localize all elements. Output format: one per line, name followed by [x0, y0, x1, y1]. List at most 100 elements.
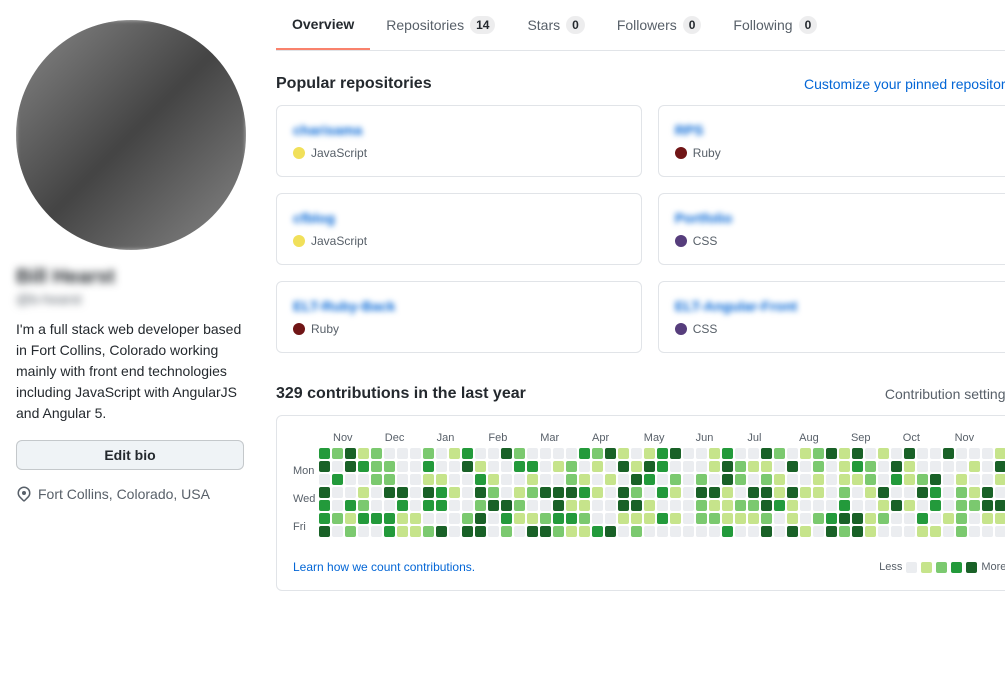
graph-cell[interactable]: [449, 474, 460, 485]
graph-cell[interactable]: [436, 461, 447, 472]
graph-cell[interactable]: [891, 461, 902, 472]
graph-cell[interactable]: [774, 461, 785, 472]
graph-cell[interactable]: [319, 526, 330, 537]
graph-cell[interactable]: [319, 474, 330, 485]
graph-cell[interactable]: [878, 513, 889, 524]
graph-cell[interactable]: [332, 513, 343, 524]
graph-cell[interactable]: [618, 526, 629, 537]
graph-cell[interactable]: [566, 448, 577, 459]
graph-cell[interactable]: [826, 461, 837, 472]
graph-cell[interactable]: [631, 487, 642, 498]
graph-cell[interactable]: [683, 461, 694, 472]
graph-cell[interactable]: [332, 487, 343, 498]
graph-cell[interactable]: [475, 474, 486, 485]
graph-cell[interactable]: [371, 461, 382, 472]
graph-cell[interactable]: [384, 448, 395, 459]
graph-cell[interactable]: [943, 461, 954, 472]
graph-cell[interactable]: [891, 474, 902, 485]
graph-cell[interactable]: [488, 474, 499, 485]
graph-cell[interactable]: [891, 526, 902, 537]
graph-cell[interactable]: [475, 487, 486, 498]
graph-cell[interactable]: [644, 500, 655, 511]
graph-cell[interactable]: [826, 526, 837, 537]
graph-cell[interactable]: [436, 448, 447, 459]
graph-cell[interactable]: [397, 474, 408, 485]
graph-cell[interactable]: [579, 474, 590, 485]
graph-cell[interactable]: [982, 487, 993, 498]
graph-cell[interactable]: [787, 461, 798, 472]
graph-cell[interactable]: [436, 513, 447, 524]
graph-cell[interactable]: [527, 526, 538, 537]
graph-cell[interactable]: [345, 474, 356, 485]
graph-cell[interactable]: [839, 474, 850, 485]
graph-cell[interactable]: [358, 461, 369, 472]
graph-cell[interactable]: [904, 487, 915, 498]
graph-cell[interactable]: [748, 448, 759, 459]
graph-cell[interactable]: [709, 474, 720, 485]
graph-cell[interactable]: [410, 448, 421, 459]
graph-cell[interactable]: [891, 513, 902, 524]
graph-cell[interactable]: [319, 513, 330, 524]
graph-cell[interactable]: [397, 500, 408, 511]
graph-cell[interactable]: [618, 513, 629, 524]
graph-cell[interactable]: [813, 513, 824, 524]
graph-cell[interactable]: [579, 513, 590, 524]
graph-cell[interactable]: [605, 474, 616, 485]
graph-cell[interactable]: [462, 474, 473, 485]
graph-cell[interactable]: [449, 526, 460, 537]
graph-cell[interactable]: [761, 500, 772, 511]
graph-cell[interactable]: [397, 513, 408, 524]
tab-following[interactable]: Following 0: [717, 0, 833, 50]
graph-cell[interactable]: [800, 500, 811, 511]
graph-cell[interactable]: [423, 513, 434, 524]
graph-cell[interactable]: [540, 526, 551, 537]
graph-cell[interactable]: [384, 474, 395, 485]
graph-cell[interactable]: [813, 474, 824, 485]
graph-cell[interactable]: [878, 500, 889, 511]
graph-cell[interactable]: [566, 500, 577, 511]
graph-cell[interactable]: [969, 448, 980, 459]
graph-cell[interactable]: [423, 500, 434, 511]
graph-cell[interactable]: [787, 487, 798, 498]
repo-name[interactable]: charisama: [293, 122, 625, 138]
graph-cell[interactable]: [839, 500, 850, 511]
graph-cell[interactable]: [891, 487, 902, 498]
graph-cell[interactable]: [852, 474, 863, 485]
graph-cell[interactable]: [358, 526, 369, 537]
graph-cell[interactable]: [774, 474, 785, 485]
graph-cell[interactable]: [527, 500, 538, 511]
graph-cell[interactable]: [943, 513, 954, 524]
graph-cell[interactable]: [592, 461, 603, 472]
graph-cell[interactable]: [410, 526, 421, 537]
graph-cell[interactable]: [735, 448, 746, 459]
graph-cell[interactable]: [826, 500, 837, 511]
graph-cell[interactable]: [488, 448, 499, 459]
graph-cell[interactable]: [696, 487, 707, 498]
graph-cell[interactable]: [540, 513, 551, 524]
graph-cell[interactable]: [345, 526, 356, 537]
graph-cell[interactable]: [384, 500, 395, 511]
graph-cell[interactable]: [332, 448, 343, 459]
graph-cell[interactable]: [670, 448, 681, 459]
graph-cell[interactable]: [917, 513, 928, 524]
graph-cell[interactable]: [748, 487, 759, 498]
graph-cell[interactable]: [904, 513, 915, 524]
graph-cell[interactable]: [592, 474, 603, 485]
graph-cell[interactable]: [904, 474, 915, 485]
graph-cell[interactable]: [891, 500, 902, 511]
graph-cell[interactable]: [917, 474, 928, 485]
graph-cell[interactable]: [787, 500, 798, 511]
graph-cell[interactable]: [761, 474, 772, 485]
graph-cell[interactable]: [423, 474, 434, 485]
graph-cell[interactable]: [618, 448, 629, 459]
graph-cell[interactable]: [618, 487, 629, 498]
repo-name[interactable]: ELT-Ruby-Back: [293, 298, 625, 314]
graph-cell[interactable]: [345, 448, 356, 459]
graph-cell[interactable]: [956, 448, 967, 459]
graph-cell[interactable]: [384, 487, 395, 498]
graph-cell[interactable]: [982, 526, 993, 537]
graph-cell[interactable]: [787, 448, 798, 459]
graph-cell[interactable]: [748, 461, 759, 472]
graph-cell[interactable]: [410, 513, 421, 524]
graph-cell[interactable]: [917, 461, 928, 472]
